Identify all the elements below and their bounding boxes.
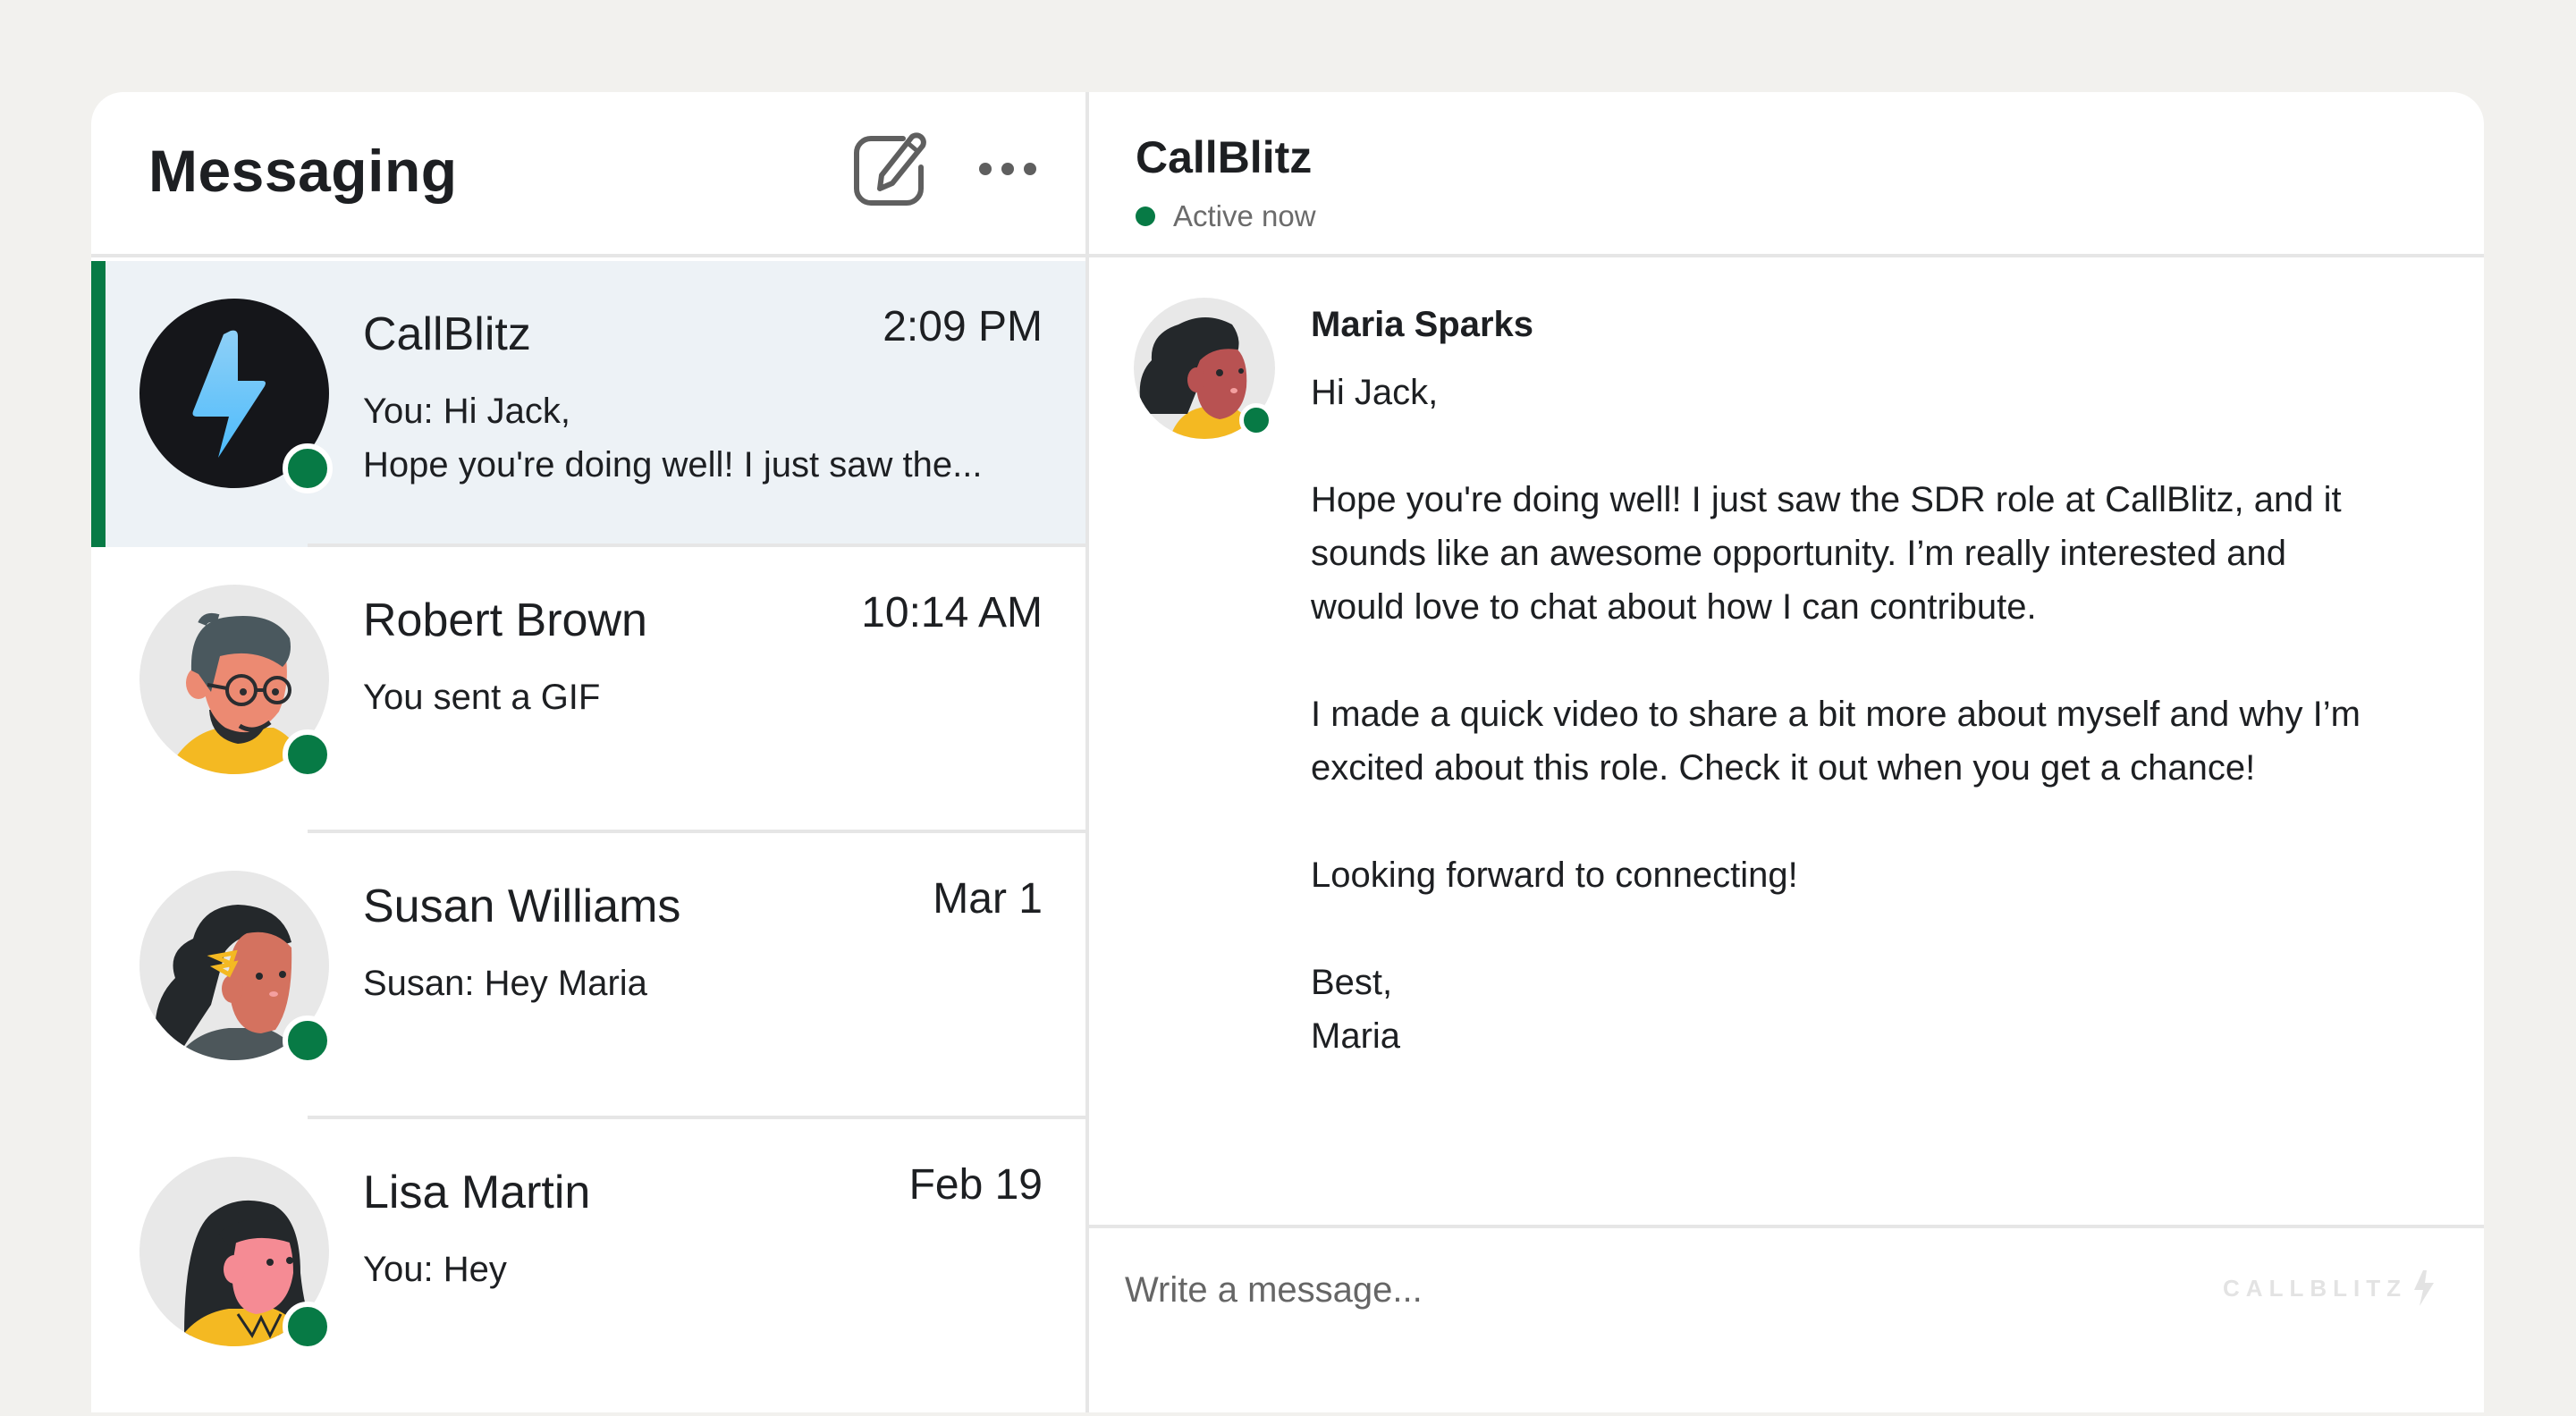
selected-indicator	[91, 261, 106, 547]
conversation-preview: You: Hey	[363, 1250, 507, 1289]
conversation-item-robert-brown[interactable]: Robert Brown 10:14 AM You sent a GIF	[91, 547, 1085, 833]
chat-header: CallBlitz Active now	[1089, 92, 2484, 257]
page-title: Messaging	[148, 138, 458, 204]
conversation-item-lisa-martin[interactable]: Lisa Martin Feb 19 You: Hey	[91, 1119, 1085, 1405]
conversation-preview: Susan: Hey Maria	[363, 964, 647, 1003]
conversation-time: 2:09 PM	[883, 303, 1043, 350]
conversation-name: CallBlitz	[363, 308, 531, 360]
conversation-name: Robert Brown	[363, 594, 647, 646]
online-status-dot	[1136, 206, 1155, 226]
online-status-indicator	[283, 443, 333, 493]
conversation-preview: You sent a GIF	[363, 678, 601, 717]
chat-pane: CallBlitz Active now Maria Sparks Hi Jac…	[1089, 92, 2484, 1412]
message-paragraph: I made a quick video to share a bit more…	[1311, 695, 2361, 788]
messaging-card: Messaging CallBlitz 2:09 PM You: Hi Jack…	[91, 92, 2484, 1412]
sender-avatar[interactable]	[1134, 298, 1275, 439]
brand-text: CALLBLITZ	[2223, 1274, 2407, 1302]
conversation-item-callblitz[interactable]: CallBlitz 2:09 PM You: Hi Jack, Hope you…	[91, 261, 1085, 547]
online-status-indicator	[283, 1302, 333, 1352]
chat-title: CallBlitz	[1136, 132, 1313, 182]
lightning-bolt-icon	[2414, 1270, 2434, 1306]
message-paragraph: Maria	[1311, 1016, 1401, 1056]
sender-name: Maria Sparks	[1311, 305, 1534, 344]
list-header: Messaging	[91, 92, 1085, 257]
conversation-preview: You: Hi Jack, Hope you're doing well! I …	[363, 392, 983, 485]
brand-watermark: CALLBLITZ	[2223, 1270, 2436, 1306]
more-options-button[interactable]	[976, 151, 1039, 187]
conversation-name: Lisa Martin	[363, 1167, 591, 1218]
online-status-indicator	[283, 1016, 333, 1066]
avatar	[139, 299, 333, 493]
conversation-time: 10:14 AM	[861, 589, 1043, 636]
active-status: Active now	[1136, 199, 1316, 233]
conversation-item-susan-williams[interactable]: Susan Williams Mar 1 Susan: Hey Maria	[91, 833, 1085, 1119]
composer-divider	[1089, 1225, 2484, 1228]
message-input[interactable]	[1125, 1254, 2108, 1326]
conversation-name: Susan Williams	[363, 881, 681, 932]
avatar	[139, 1157, 333, 1352]
compose-button[interactable]	[849, 130, 930, 210]
conversation-time: Mar 1	[933, 875, 1043, 923]
avatar	[139, 585, 333, 780]
message-paragraph: Hope you're doing well! I just saw the S…	[1311, 480, 2342, 627]
conversation-list-pane: Messaging CallBlitz 2:09 PM You: Hi Jack…	[91, 92, 1089, 1412]
message-paragraph: Best,	[1311, 963, 1393, 1002]
status-text: Active now	[1173, 199, 1316, 232]
more-horizontal-icon	[979, 163, 1036, 175]
message-body: Hi Jack, Hope you're doing well! I just …	[1311, 366, 2384, 1063]
message-paragraph: Hi Jack,	[1311, 373, 1439, 412]
conversation-time: Feb 19	[908, 1161, 1043, 1209]
message-paragraph: Looking forward to connecting!	[1311, 856, 1798, 895]
online-status-indicator	[283, 729, 333, 780]
compose-icon	[854, 132, 926, 206]
avatar	[139, 871, 333, 1066]
online-status-indicator	[1239, 403, 1273, 437]
